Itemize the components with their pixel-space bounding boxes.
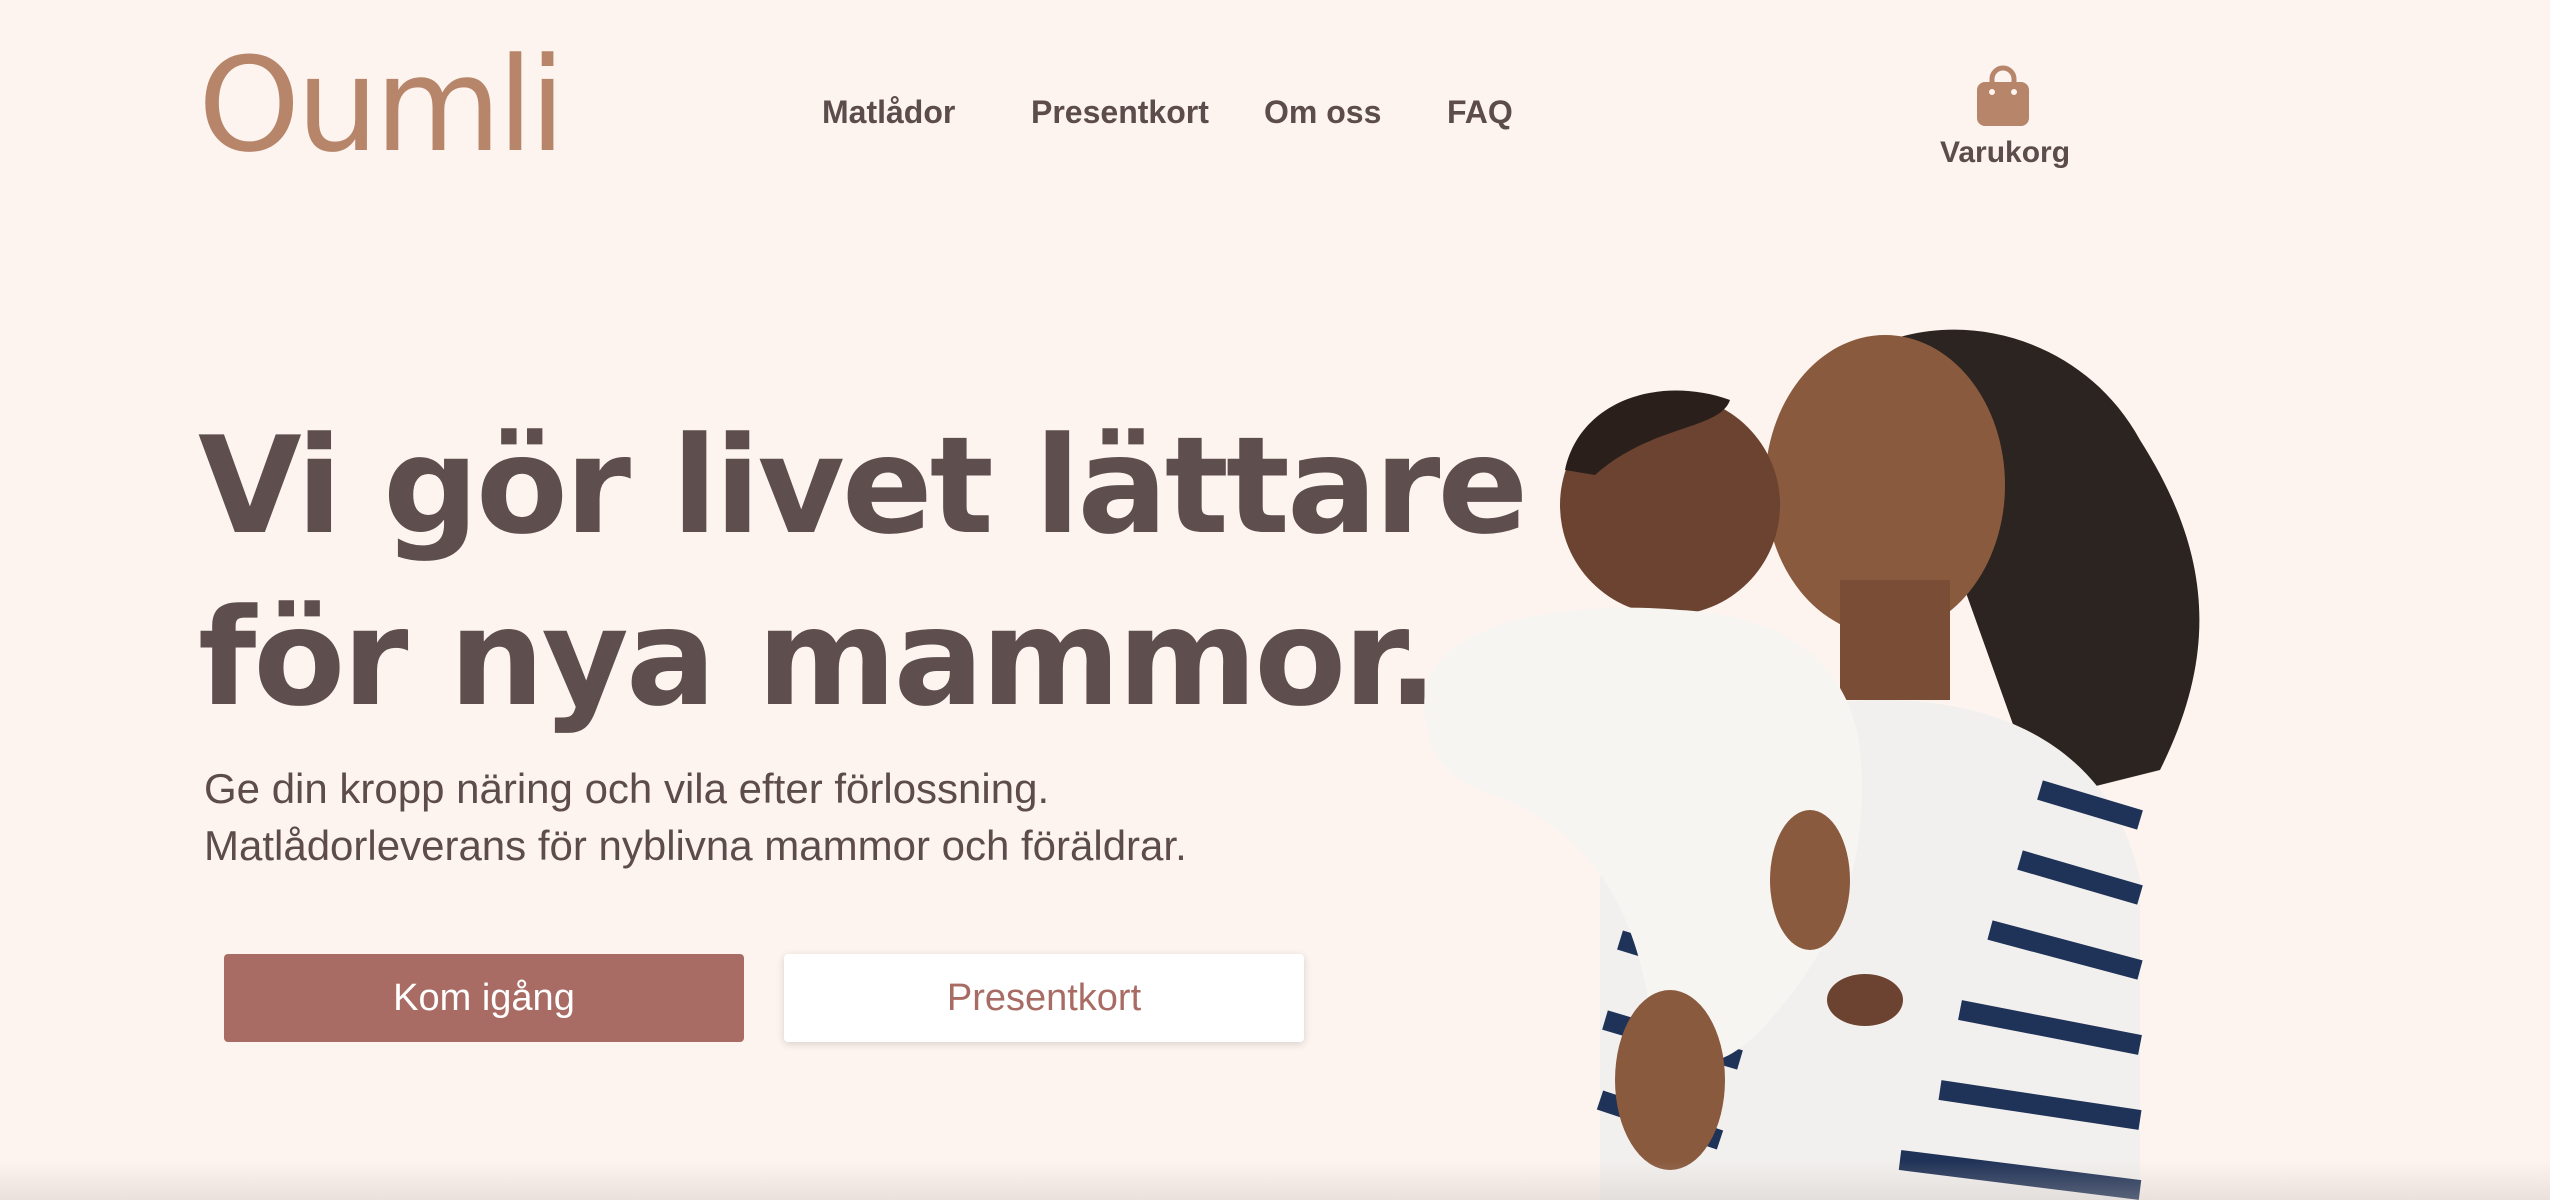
get-started-button[interactable]: Kom igång <box>224 954 744 1042</box>
gift-card-button[interactable]: Presentkort <box>784 954 1304 1042</box>
logo[interactable]: Oumli <box>198 30 566 180</box>
hero-subtext-line1: Ge din kropp näring och vila efter förlo… <box>204 765 1050 812</box>
nav-item-matladOr[interactable]: Matlådor <box>822 94 955 131</box>
nav-item-om-oss[interactable]: Om oss <box>1264 94 1381 131</box>
hero-subtext-line2: Matlådorleverans för nyblivna mammor och… <box>204 822 1187 869</box>
nav-item-faq[interactable]: FAQ <box>1447 94 1513 131</box>
shopping-bag-icon <box>1977 65 2029 126</box>
cart-button[interactable]: Varukorg <box>1940 64 2071 170</box>
hero-headline-line1: Vi gör livet lättare <box>198 408 1528 564</box>
nav-item-presentkort[interactable]: Presentkort <box>1031 94 1209 131</box>
bottom-fade <box>0 1160 2550 1200</box>
hero-subtext: Ge din kropp näring och vila efter förlo… <box>204 760 1187 874</box>
cart-label: Varukorg <box>1940 136 2071 169</box>
hero-headline: Vi gör livet lättare för nya mammor. <box>198 400 1528 744</box>
hero-photo-mother-and-baby <box>1424 329 2200 1200</box>
hero-headline-line2: för nya mammor. <box>198 580 1438 736</box>
